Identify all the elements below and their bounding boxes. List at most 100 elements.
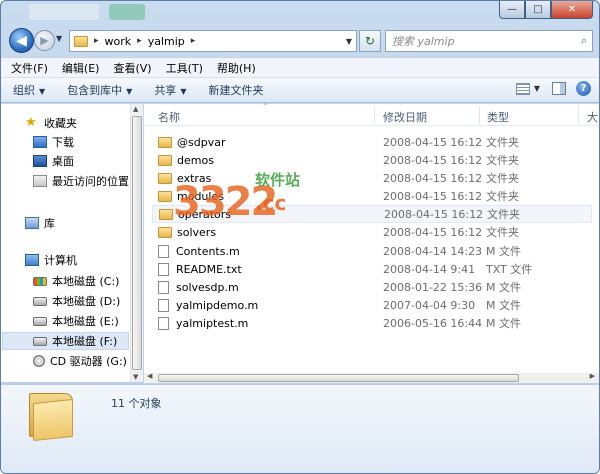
- file-row[interactable]: yalmipdemo.m 2007-04-04 9:30 M 文件: [152, 296, 592, 314]
- sidebar-item-label: 收藏夹: [44, 117, 77, 130]
- chevron-down-icon: ▼: [126, 87, 133, 96]
- chevron-down-icon: ▼: [39, 87, 46, 96]
- sidebar-item-recent[interactable]: 最近访问的位置: [33, 172, 129, 190]
- column-divider[interactable]: [374, 106, 375, 124]
- breadcrumb-yalmip[interactable]: yalmip: [148, 35, 185, 48]
- horizontal-scrollbar[interactable]: ◀ ▶: [144, 372, 599, 383]
- window-controls: — □ ✕: [499, 1, 593, 19]
- menu-view[interactable]: 查看(V): [113, 60, 151, 76]
- share-button[interactable]: 共享 ▼: [154, 82, 186, 98]
- search-icon[interactable]: ⌕: [581, 34, 587, 48]
- menu-tools[interactable]: 工具(T): [166, 60, 203, 76]
- drive-icon: [33, 316, 47, 326]
- file-row[interactable]: solvers 2008-04-15 16:12 文件夹: [152, 223, 592, 241]
- file-type: 文件夹: [486, 136, 519, 149]
- file-type: 文件夹: [486, 190, 519, 203]
- preview-pane-icon[interactable]: [552, 82, 566, 95]
- navigation-pane: ★ 收藏夹 下载 桌面 最近访问的位置 库 计算机 本地磁盘 (C:) 本地磁盘 …: [1, 104, 130, 382]
- scroll-down-icon[interactable]: ▼: [133, 373, 138, 381]
- cd-drive-icon: [33, 355, 45, 367]
- maximize-button[interactable]: □: [525, 1, 551, 19]
- file-row[interactable]: yalmiptest.m 2006-05-16 16:44 M 文件: [152, 314, 592, 332]
- collapse-caret-icon: ⌃: [262, 102, 269, 111]
- menu-help[interactable]: 帮助(H): [217, 60, 256, 76]
- sidebar-item-downloads[interactable]: 下载: [33, 133, 74, 151]
- breadcrumb-separator[interactable]: ▸: [137, 36, 142, 46]
- help-icon[interactable]: ?: [576, 81, 591, 96]
- back-button[interactable]: ◀: [9, 28, 34, 53]
- view-controls: ▼ ?: [515, 81, 591, 96]
- file-type: 文件夹: [486, 226, 519, 239]
- scroll-up-icon[interactable]: ▲: [133, 105, 138, 113]
- view-options-dropdown[interactable]: ▼: [534, 84, 540, 93]
- folder-icon: [158, 136, 172, 148]
- title-blur: [29, 4, 99, 20]
- file-date: 2008-04-15 16:12: [383, 171, 483, 185]
- sidebar-item-libraries[interactable]: 库: [25, 214, 55, 232]
- file-date: 2007-04-04 9:30: [383, 298, 476, 312]
- file-name: yalmipdemo.m: [176, 298, 259, 312]
- os-drive-icon: [33, 276, 47, 286]
- sidebar-item-drive-f[interactable]: 本地磁盘 (F:): [2, 332, 129, 350]
- file-row[interactable]: @sdpvar 2008-04-15 16:12 文件夹: [152, 133, 592, 151]
- minimize-button[interactable]: —: [499, 1, 525, 19]
- column-divider[interactable]: [578, 106, 579, 124]
- file-icon: [158, 262, 169, 276]
- folder-icon: [158, 226, 172, 238]
- recent-pages-dropdown[interactable]: ▼: [56, 34, 62, 43]
- sidebar-item-label: 桌面: [52, 155, 74, 168]
- sidebar-item-drive-c[interactable]: 本地磁盘 (C:): [33, 272, 119, 290]
- sidebar-item-computer[interactable]: 计算机: [25, 251, 77, 269]
- forward-button[interactable]: ▶: [34, 30, 55, 51]
- file-row[interactable]: Contents.m 2008-04-14 14:23 M 文件: [152, 242, 592, 260]
- scrollbar-thumb[interactable]: [158, 374, 519, 382]
- organize-button[interactable]: 组织 ▼: [13, 82, 45, 98]
- column-type[interactable]: 类型: [487, 109, 509, 125]
- sidebar-item-label: 本地磁盘 (D:): [52, 295, 121, 308]
- breadcrumb-separator[interactable]: ▸: [94, 36, 99, 46]
- search-box[interactable]: 搜索 yalmip ⌕: [385, 30, 593, 52]
- new-folder-button[interactable]: 新建文件夹: [208, 82, 263, 98]
- scroll-right-icon[interactable]: ▶: [590, 372, 595, 380]
- sidebar-item-label: 本地磁盘 (E:): [52, 315, 119, 328]
- view-details-icon[interactable]: [515, 82, 530, 95]
- address-dropdown-icon[interactable]: ▼: [342, 31, 356, 51]
- file-date: 2006-05-16 16:44: [383, 316, 483, 330]
- sidebar-item-favorites[interactable]: ★ 收藏夹: [25, 114, 77, 132]
- sidebar-item-label: 计算机: [44, 254, 77, 267]
- scroll-left-icon[interactable]: ◀: [147, 372, 152, 380]
- file-row[interactable]: README.txt 2008-04-14 9:41 TXT 文件: [152, 260, 592, 278]
- file-type: M 文件: [486, 299, 521, 312]
- menu-bar: 文件(F) 编辑(E) 查看(V) 工具(T) 帮助(H): [1, 57, 599, 77]
- file-row[interactable]: demos 2008-04-15 16:12 文件夹: [152, 151, 592, 169]
- close-button[interactable]: ✕: [551, 1, 593, 19]
- download-folder-icon: [33, 136, 47, 148]
- folder-icon: [158, 190, 172, 202]
- column-size[interactable]: 大: [587, 109, 598, 125]
- breadcrumb-separator[interactable]: ▸: [191, 36, 196, 46]
- menu-file[interactable]: 文件(F): [11, 60, 48, 76]
- file-row[interactable]: solvesdp.m 2008-01-22 15:36 M 文件: [152, 278, 592, 296]
- organize-label: 组织: [13, 84, 35, 97]
- sidebar-item-drive-g[interactable]: CD 驱动器 (G:): [33, 352, 127, 370]
- breadcrumb-work[interactable]: work: [105, 35, 132, 48]
- column-divider[interactable]: [479, 106, 480, 124]
- sidebar-item-label: 本地磁盘 (F:): [52, 335, 118, 348]
- navigation-scrollbar[interactable]: ▲ ▼: [130, 104, 143, 382]
- sidebar-item-drive-d[interactable]: 本地磁盘 (D:): [33, 292, 120, 310]
- menu-edit[interactable]: 编辑(E): [62, 60, 100, 76]
- column-date[interactable]: 修改日期: [383, 109, 427, 125]
- refresh-button[interactable]: ↻: [359, 30, 381, 52]
- forward-arrow-icon: ▶: [40, 34, 49, 47]
- file-date: 2008-04-14 9:41: [383, 262, 476, 276]
- folder-icon: [158, 172, 172, 184]
- watermark-site: 软件站: [255, 171, 301, 189]
- column-name[interactable]: 名称: [158, 109, 180, 125]
- file-name: README.txt: [176, 262, 242, 276]
- sidebar-item-drive-e[interactable]: 本地磁盘 (E:): [33, 312, 119, 330]
- include-in-library-button[interactable]: 包含到库中 ▼: [67, 82, 132, 98]
- file-type: M 文件: [486, 317, 521, 330]
- sidebar-item-desktop[interactable]: 桌面: [33, 152, 74, 170]
- scrollbar-thumb[interactable]: [132, 116, 142, 370]
- address-bar[interactable]: ▸ work ▸ yalmip ▸ ▼: [69, 30, 357, 52]
